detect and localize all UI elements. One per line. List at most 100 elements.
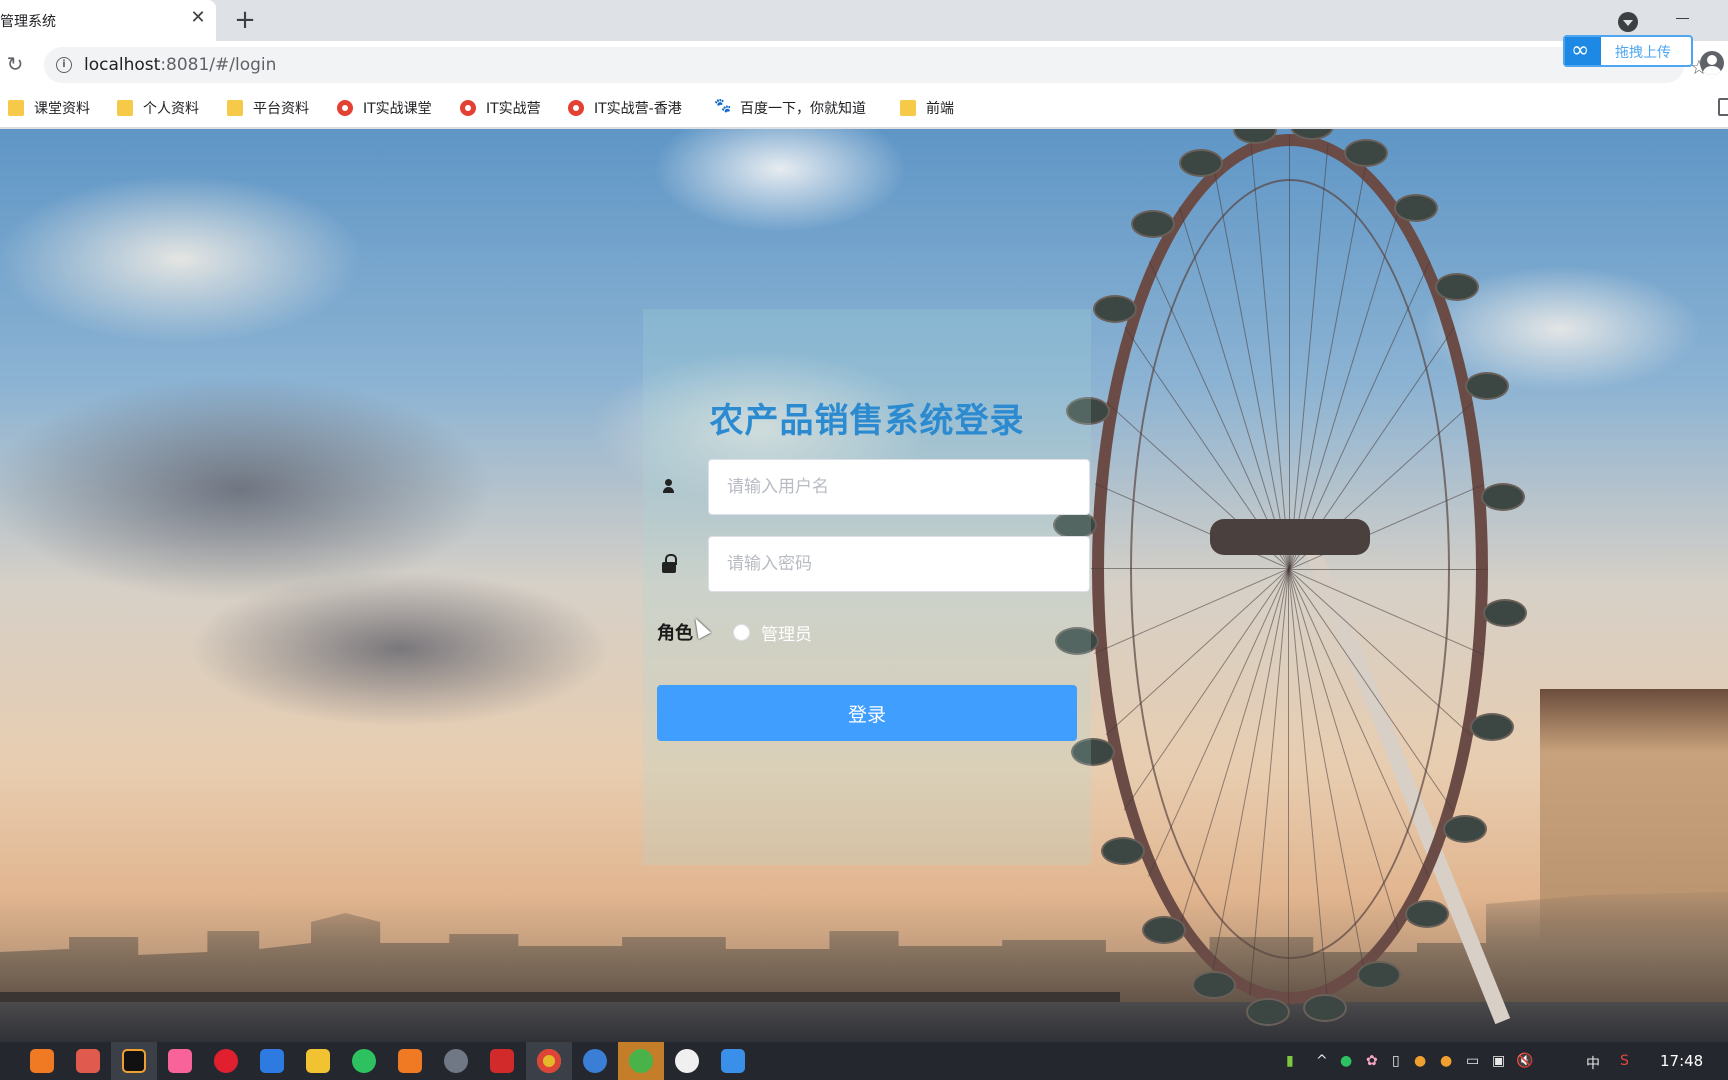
app-icon[interactable] [76, 1049, 100, 1073]
sogou-icon[interactable]: S [1620, 1053, 1629, 1069]
bookmark-item[interactable]: 前端 [900, 97, 954, 119]
tray-expand-icon[interactable]: ^ [1316, 1053, 1328, 1069]
role-radio-admin[interactable] [733, 624, 750, 641]
chrome-icon [337, 100, 353, 116]
ferris-wheel-capsule [1394, 193, 1439, 222]
bookmark-label: 个人资料 [143, 101, 199, 117]
ferris-wheel-capsule [1100, 836, 1145, 865]
baidu-cloud-icon [1565, 37, 1601, 65]
bookmark-label: 课堂资料 [34, 101, 90, 117]
ferris-wheel-spoke [1289, 569, 1487, 570]
folder-icon [8, 100, 24, 116]
wps-icon[interactable] [490, 1049, 514, 1073]
wechat-icon[interactable] [352, 1049, 376, 1073]
bookmark-item[interactable]: IT实战课堂 [337, 97, 432, 119]
ferris-wheel-spoke [1091, 568, 1289, 569]
ferris-wheel-capsule [1464, 372, 1509, 401]
power-icon[interactable]: ▭ [1466, 1053, 1479, 1069]
folder-icon [227, 100, 243, 116]
app-icon[interactable] [398, 1049, 422, 1073]
chrome-taskbar-icon[interactable] [537, 1049, 561, 1073]
app-icon[interactable] [629, 1049, 653, 1073]
bookmark-label: 平台资料 [253, 101, 309, 117]
app-icon[interactable] [30, 1049, 54, 1073]
bookmark-label: 百度一下，你就知道 [740, 101, 866, 117]
ferris-wheel-capsule [1302, 994, 1347, 1023]
browser-tab[interactable]: 管理系统 ✕ [0, 0, 216, 41]
ferris-wheel-spoke [1289, 134, 1290, 569]
chrome-icon [460, 100, 476, 116]
battery-icon[interactable]: ▮ [1286, 1053, 1294, 1069]
address-bar[interactable]: i localhost:8081/#/login ☆ [44, 47, 1708, 83]
ferris-wheel-capsule [1481, 483, 1526, 512]
bookmark-label: IT实战营-香港 [594, 101, 682, 117]
ferris-wheel-capsule [1470, 712, 1515, 741]
bookmark-item[interactable]: 课堂资料 [8, 97, 90, 119]
qq-icon[interactable]: ● [1414, 1053, 1426, 1069]
bookmark-item[interactable]: 平台资料 [227, 97, 309, 119]
folder-icon [117, 100, 133, 116]
role-row: 角色 管理员 [657, 615, 1077, 645]
bookmark-label: IT实战营 [486, 101, 541, 117]
reading-list-icon[interactable] [1718, 98, 1728, 116]
ime-indicator[interactable]: 中 [1586, 1053, 1600, 1073]
app-icon[interactable] [260, 1049, 284, 1073]
background-bridge [0, 992, 1120, 1002]
url-host: localhost [84, 55, 161, 75]
upload-widget[interactable]: 拖拽上传 [1563, 35, 1693, 67]
tab-search-icon[interactable] [1618, 12, 1638, 32]
baidu-netdisk-icon[interactable] [721, 1049, 745, 1073]
user-icon [657, 475, 681, 499]
username-row [657, 459, 1090, 515]
intellij-icon[interactable] [122, 1049, 146, 1073]
bookmark-item[interactable]: 百度一下，你就知道 [714, 97, 866, 119]
bookmark-item[interactable]: IT实战营-香港 [568, 97, 682, 119]
url-text[interactable]: localhost:8081/#/login [84, 55, 276, 75]
tab-close-icon[interactable]: ✕ [188, 8, 208, 28]
profile-icon[interactable] [1700, 51, 1724, 75]
ferris-wheel-hub [1210, 519, 1370, 555]
settings-gear-icon[interactable] [444, 1049, 468, 1073]
ferris-wheel-capsule [1344, 138, 1389, 167]
app-icon[interactable] [583, 1049, 607, 1073]
bookmark-label: 前端 [926, 101, 954, 117]
taskbar-clock[interactable]: 17:48 [1660, 1052, 1703, 1070]
file-explorer-icon[interactable] [306, 1049, 330, 1073]
volume-muted-icon[interactable]: 🔇 [1516, 1053, 1533, 1069]
minimize-button[interactable] [1676, 10, 1690, 24]
browser-tabstrip: 管理系统 ✕ + [0, 0, 1728, 41]
ferris-wheel-capsule [1141, 916, 1186, 945]
chrome-icon [568, 100, 584, 116]
username-input[interactable] [708, 459, 1090, 515]
qq-icon[interactable]: ● [1440, 1053, 1452, 1069]
bookmark-item[interactable]: IT实战营 [460, 97, 541, 119]
url-path: :8081/#/login [160, 55, 277, 75]
netease-music-icon[interactable] [214, 1049, 238, 1073]
login-form: 农产品销售系统登录 角色 管理员 登录 [643, 309, 1091, 865]
baidu-paw-icon [714, 98, 731, 116]
password-row [657, 536, 1090, 592]
reload-icon[interactable]: ↻ [4, 53, 26, 75]
role-option-label[interactable]: 管理员 [761, 620, 812, 645]
tab-title: 管理系统 [0, 14, 56, 30]
upload-widget-label: 拖拽上传 [1615, 45, 1671, 61]
ferris-wheel-capsule [1435, 273, 1480, 302]
login-button[interactable]: 登录 [657, 685, 1077, 741]
background-river [0, 1002, 1728, 1042]
ferris-wheel-capsule [1482, 599, 1527, 628]
microphone-icon[interactable]: ▯ [1392, 1053, 1400, 1069]
ferris-wheel-spoke [1288, 569, 1289, 1004]
wechat-tray-icon[interactable]: ● [1340, 1053, 1352, 1069]
info-icon[interactable]: i [56, 57, 72, 73]
login-title: 农产品销售系统登录 [709, 401, 1025, 441]
bookmark-item[interactable]: 个人资料 [117, 97, 199, 119]
folder-icon [900, 100, 916, 116]
new-tab-button[interactable]: + [233, 6, 257, 34]
app-icon[interactable] [168, 1049, 192, 1073]
password-input[interactable] [708, 536, 1090, 592]
bookmark-label: IT实战课堂 [363, 101, 432, 117]
ferris-wheel-capsule [1443, 814, 1488, 843]
tray-flower-icon[interactable]: ✿ [1366, 1053, 1378, 1069]
chat-icon[interactable] [675, 1049, 699, 1073]
network-icon[interactable]: ▣ [1492, 1053, 1505, 1069]
